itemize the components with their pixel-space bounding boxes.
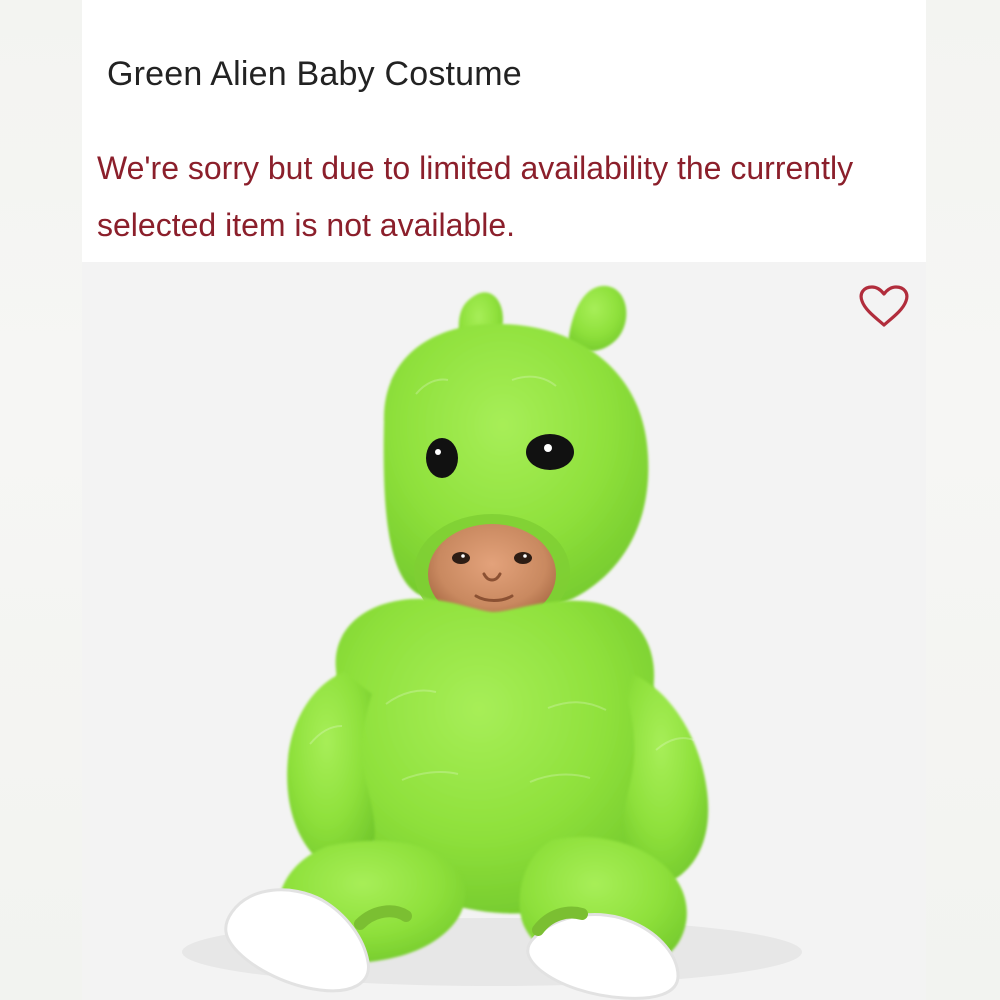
product-title: Green Alien Baby Costume [107, 55, 522, 93]
left-backdrop [0, 0, 82, 1000]
right-backdrop [926, 0, 1000, 1000]
availability-message: We're sorry but due to limited availabil… [97, 150, 854, 243]
favorite-button[interactable] [853, 282, 915, 332]
product-image [82, 262, 926, 1000]
product-header: Green Alien Baby Costume We're sorry but… [82, 0, 926, 262]
product-card: Green Alien Baby Costume We're sorry but… [82, 0, 926, 1000]
heart-outline-icon [859, 285, 909, 327]
alien-baby-costume-illustration [82, 262, 926, 1000]
